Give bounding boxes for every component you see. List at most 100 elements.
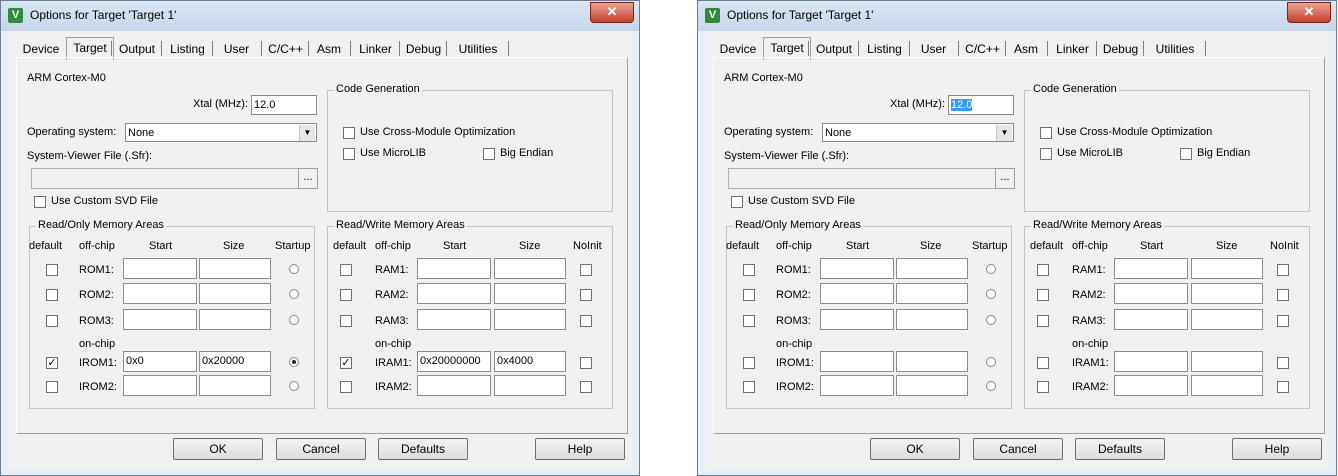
rw-noinit-checkbox[interactable]: [580, 264, 592, 276]
tab-debug[interactable]: Debug: [1098, 40, 1143, 58]
ro-default-checkbox[interactable]: [743, 315, 755, 327]
xtal-input[interactable]: 12.0: [251, 95, 317, 115]
rw-default-checkbox[interactable]: [1037, 264, 1049, 276]
cancel-button[interactable]: Cancel: [276, 438, 366, 460]
tab-user[interactable]: User: [214, 40, 259, 58]
rw-noinit-checkbox[interactable]: [580, 381, 592, 393]
rw-start-input[interactable]: [417, 309, 491, 330]
rw-start-input[interactable]: [1114, 375, 1188, 396]
rw-noinit-checkbox[interactable]: [1277, 315, 1289, 327]
rw-default-checkbox[interactable]: [340, 289, 352, 301]
close-button[interactable]: ✕: [1287, 2, 1331, 23]
ok-button[interactable]: OK: [870, 438, 960, 460]
rw-noinit-checkbox[interactable]: [1277, 289, 1289, 301]
rw-start-input[interactable]: [1114, 309, 1188, 330]
ro-size-input[interactable]: [896, 351, 968, 372]
tab-utilities[interactable]: Utilities: [1145, 40, 1205, 58]
ro-startup-radio[interactable]: [289, 264, 299, 274]
tab-cc[interactable]: C/C++: [960, 40, 1005, 58]
ro-default-checkbox[interactable]: [46, 264, 58, 276]
tab-linker[interactable]: Linker: [352, 40, 399, 58]
rw-size-input[interactable]: [1191, 375, 1263, 396]
ro-start-input[interactable]: 0x0: [123, 351, 197, 372]
tab-debug[interactable]: Debug: [401, 40, 446, 58]
tab-output[interactable]: Output: [810, 40, 858, 58]
rw-size-input[interactable]: [1191, 283, 1263, 304]
ro-default-checkbox[interactable]: [46, 289, 58, 301]
tab-user[interactable]: User: [911, 40, 956, 58]
xtal-input[interactable]: 12.0: [948, 95, 1014, 115]
ro-size-input[interactable]: [199, 309, 271, 330]
ro-start-input[interactable]: [820, 309, 894, 330]
ro-size-input[interactable]: [199, 258, 271, 279]
rw-start-input[interactable]: [417, 375, 491, 396]
ro-default-checkbox[interactable]: [743, 289, 755, 301]
cross-module-checkbox[interactable]: [1040, 127, 1052, 139]
rw-start-input[interactable]: [1114, 283, 1188, 304]
rw-size-input[interactable]: [1191, 258, 1263, 279]
ro-size-input[interactable]: [896, 258, 968, 279]
chevron-down-icon[interactable]: ▼: [299, 125, 315, 141]
svf-path-input[interactable]: [31, 168, 299, 189]
tab-listing[interactable]: Listing: [163, 40, 212, 58]
rw-start-input[interactable]: [417, 283, 491, 304]
ro-startup-radio[interactable]: [289, 357, 299, 367]
rw-size-input[interactable]: [494, 375, 566, 396]
ro-start-input[interactable]: [820, 351, 894, 372]
ro-size-input[interactable]: 0x20000: [199, 351, 271, 372]
rw-default-checkbox[interactable]: [340, 264, 352, 276]
ro-size-input[interactable]: [896, 283, 968, 304]
ro-startup-radio[interactable]: [986, 289, 996, 299]
ro-startup-radio[interactable]: [289, 381, 299, 391]
ro-size-input[interactable]: [199, 375, 271, 396]
rw-size-input[interactable]: [494, 309, 566, 330]
rw-default-checkbox[interactable]: [1037, 381, 1049, 393]
rw-noinit-checkbox[interactable]: [1277, 381, 1289, 393]
rw-start-input[interactable]: [417, 258, 491, 279]
tab-utilities[interactable]: Utilities: [448, 40, 508, 58]
rw-size-input[interactable]: 0x4000: [494, 351, 566, 372]
ro-size-input[interactable]: [896, 375, 968, 396]
ro-default-checkbox[interactable]: [743, 357, 755, 369]
help-button[interactable]: Help: [1232, 438, 1322, 460]
ro-startup-radio[interactable]: [986, 381, 996, 391]
tab-asm[interactable]: Asm: [310, 40, 348, 58]
ro-start-input[interactable]: [123, 309, 197, 330]
browse-button[interactable]: ...: [995, 168, 1015, 189]
custom-svd-checkbox[interactable]: [731, 196, 743, 208]
rw-noinit-checkbox[interactable]: [580, 315, 592, 327]
tab-asm[interactable]: Asm: [1007, 40, 1045, 58]
help-button[interactable]: Help: [535, 438, 625, 460]
tab-device[interactable]: Device: [715, 40, 761, 58]
tab-listing[interactable]: Listing: [860, 40, 909, 58]
rw-size-input[interactable]: [1191, 351, 1263, 372]
rw-noinit-checkbox[interactable]: [1277, 264, 1289, 276]
rw-default-checkbox[interactable]: [340, 381, 352, 393]
cross-module-checkbox[interactable]: [343, 127, 355, 139]
ro-default-checkbox[interactable]: [46, 381, 58, 393]
ro-start-input[interactable]: [123, 375, 197, 396]
big-endian-checkbox[interactable]: [1180, 148, 1192, 160]
svf-path-input[interactable]: [728, 168, 996, 189]
ro-start-input[interactable]: [820, 258, 894, 279]
browse-button[interactable]: ...: [298, 168, 318, 189]
ro-start-input[interactable]: [820, 375, 894, 396]
ro-default-checkbox[interactable]: ✓: [46, 357, 58, 369]
tab-output[interactable]: Output: [113, 40, 161, 58]
ro-default-checkbox[interactable]: [46, 315, 58, 327]
ro-start-input[interactable]: [820, 283, 894, 304]
rw-noinit-checkbox[interactable]: [580, 289, 592, 301]
tab-device[interactable]: Device: [18, 40, 64, 58]
ok-button[interactable]: OK: [173, 438, 263, 460]
rw-size-input[interactable]: [1191, 309, 1263, 330]
rw-size-input[interactable]: [494, 283, 566, 304]
ro-startup-radio[interactable]: [986, 264, 996, 274]
rw-default-checkbox[interactable]: [1037, 357, 1049, 369]
os-select[interactable]: None ▼: [822, 123, 1014, 142]
microlib-checkbox[interactable]: [1040, 148, 1052, 160]
rw-default-checkbox[interactable]: [1037, 289, 1049, 301]
ro-start-input[interactable]: [123, 283, 197, 304]
chevron-down-icon[interactable]: ▼: [996, 125, 1012, 141]
tab-linker[interactable]: Linker: [1049, 40, 1096, 58]
rw-start-input[interactable]: 0x20000000: [417, 351, 491, 372]
